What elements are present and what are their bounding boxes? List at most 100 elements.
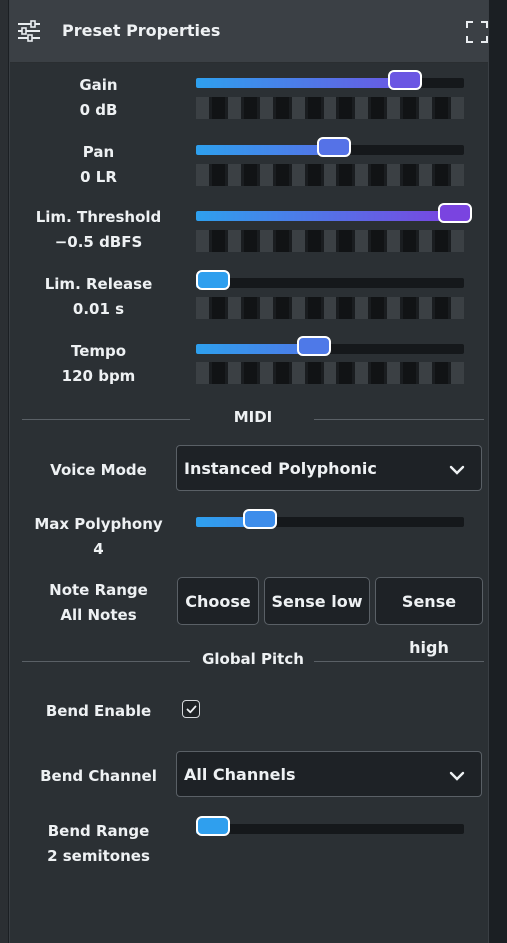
divider — [314, 419, 484, 420]
bend-channel-value: All Channels — [184, 765, 296, 784]
pan-slider[interactable] — [196, 137, 464, 157]
meter-segment — [419, 97, 433, 119]
meter-segment — [371, 97, 385, 119]
lim-threshold-meter — [196, 230, 464, 252]
meter-segment — [339, 362, 353, 384]
max-polyphony-value: 4 — [93, 540, 104, 558]
meter-segment — [275, 164, 289, 186]
meter-segment — [371, 297, 385, 319]
choose-button[interactable]: Choose — [177, 577, 259, 625]
meter-segment — [243, 297, 257, 319]
lim-threshold-label: Lim. Threshold — [35, 208, 162, 226]
meter-segment — [259, 297, 273, 319]
meter-segment — [403, 97, 417, 119]
slider-handle[interactable] — [317, 137, 351, 157]
meter-segment — [371, 230, 385, 252]
sense-low-button[interactable]: Sense low — [264, 577, 370, 625]
meter-segment — [355, 164, 369, 186]
slider-track — [196, 278, 464, 288]
meter-segment — [227, 297, 241, 319]
max-polyphony-slider[interactable] — [196, 509, 464, 529]
meter-segment — [339, 97, 353, 119]
gain-label: Gain — [79, 76, 118, 94]
slider-fill — [196, 211, 455, 221]
fullscreen-icon[interactable] — [466, 21, 488, 43]
slider-handle[interactable] — [388, 70, 423, 90]
meter-segment — [355, 297, 369, 319]
tempo-label: Tempo — [70, 342, 127, 360]
gain-slider[interactable] — [196, 70, 464, 90]
meter-segment — [387, 230, 401, 252]
meter-segment — [403, 297, 417, 319]
meter-segment — [339, 297, 353, 319]
meter-segment — [291, 297, 305, 319]
meter-segment — [291, 362, 305, 384]
meter-segment — [419, 297, 433, 319]
meter-segment — [259, 362, 273, 384]
meter-segment — [419, 230, 433, 252]
bend-range-value: 2 semitones — [47, 847, 150, 865]
global-pitch-section-title: Global Pitch — [202, 650, 304, 668]
meter-segment — [275, 297, 289, 319]
meter-segment — [419, 362, 433, 384]
slider-fill — [196, 145, 334, 155]
meter-segment — [211, 362, 225, 384]
meter-segment — [323, 97, 337, 119]
global-pitch-section-header: Global Pitch — [22, 650, 484, 674]
bend-range-label: Bend Range — [47, 822, 150, 840]
meter-segment — [211, 164, 225, 186]
panel-titlebar: Preset Properties — [10, 0, 488, 63]
meter-segment — [291, 97, 305, 119]
meter-segment — [196, 362, 209, 384]
meter-segment — [339, 230, 353, 252]
lim-threshold-slider[interactable] — [196, 203, 472, 223]
bend-channel-label: Bend Channel — [40, 767, 157, 785]
meter-segment — [435, 297, 448, 319]
meter-segment — [243, 97, 257, 119]
divider — [314, 661, 484, 662]
voice-mode-value: Instanced Polyphonic — [184, 459, 377, 478]
meter-segment — [387, 297, 401, 319]
pan-meter — [196, 164, 464, 186]
tempo-slider[interactable] — [196, 336, 464, 356]
meter-segment — [196, 164, 209, 186]
meter-segment — [196, 297, 209, 319]
meter-segment — [403, 362, 417, 384]
meter-segment — [243, 164, 257, 186]
sense-high-button[interactable]: Sense high — [375, 577, 483, 657]
slider-handle[interactable] — [196, 270, 231, 290]
slider-handle[interactable] — [297, 336, 332, 356]
note-range-value: All Notes — [60, 606, 137, 624]
meter-segment — [259, 230, 273, 252]
meter-segment — [259, 97, 273, 119]
bend-channel-dropdown[interactable]: All Channels — [176, 751, 482, 797]
slider-fill — [196, 78, 406, 88]
meter-segment — [323, 362, 337, 384]
meter-segment — [323, 297, 337, 319]
bend-range-slider[interactable] — [196, 816, 464, 836]
midi-section-header: MIDI — [22, 408, 484, 432]
slider-handle[interactable] — [243, 509, 278, 529]
meter-segment — [435, 164, 448, 186]
meter-segment — [451, 230, 464, 252]
gain-meter — [196, 97, 464, 119]
chevron-down-icon — [449, 771, 465, 781]
bend-enable-checkbox[interactable] — [182, 700, 200, 718]
slider-handle[interactable] — [437, 203, 472, 223]
left-edge-strip — [0, 0, 8, 943]
meter-segment — [307, 97, 321, 119]
gain-value: 0 dB — [79, 101, 118, 119]
voice-mode-dropdown[interactable]: Instanced Polyphonic — [176, 445, 482, 491]
lim-release-meter — [196, 297, 464, 319]
meter-segment — [211, 297, 225, 319]
note-range-label: Note Range — [49, 581, 148, 599]
meter-segment — [355, 230, 369, 252]
meter-segment — [227, 97, 241, 119]
lim-release-slider[interactable] — [196, 270, 464, 290]
meter-segment — [307, 164, 321, 186]
meter-segment — [323, 230, 337, 252]
chevron-down-icon — [449, 465, 465, 475]
meter-segment — [243, 362, 257, 384]
slider-handle[interactable] — [196, 816, 231, 836]
sliders-icon[interactable] — [16, 19, 42, 43]
